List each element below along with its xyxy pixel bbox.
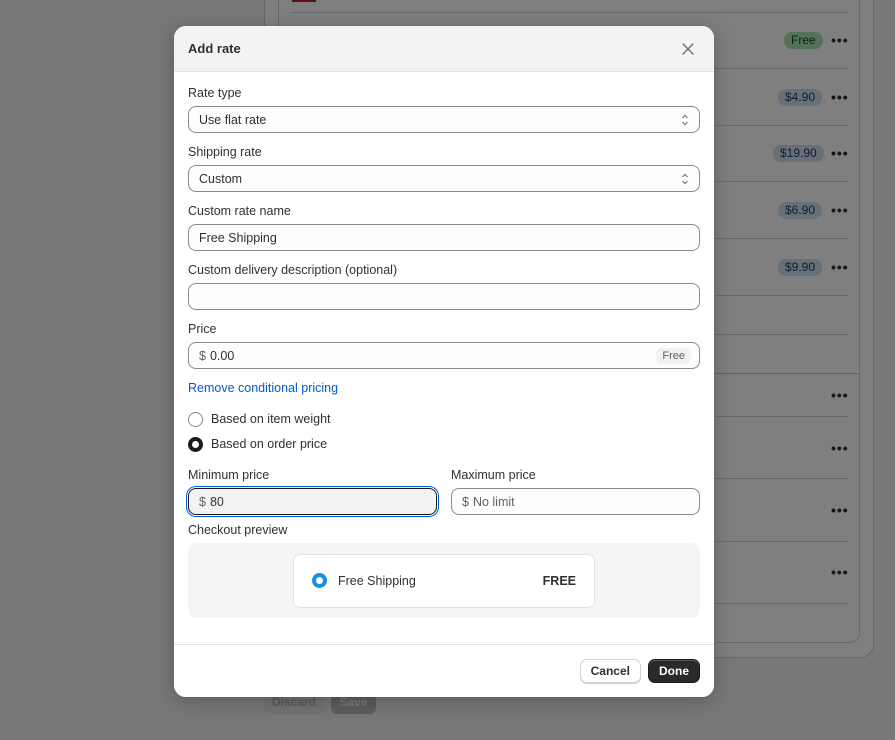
rate-type-field: Rate type Use flat rate <box>188 86 700 133</box>
maximum-price-placeholder: No limit <box>472 494 515 509</box>
preview-rate-name: Free Shipping <box>338 573 416 588</box>
close-icon <box>682 42 694 55</box>
checkout-preview: Free Shipping FREE <box>188 543 700 618</box>
preview-rate-card: Free Shipping FREE <box>293 553 595 608</box>
remove-conditional-pricing-link[interactable]: Remove conditional pricing <box>188 381 338 395</box>
delivery-description-field: Custom delivery description (optional) <box>188 263 700 310</box>
minimum-price-value: 80 <box>209 494 224 509</box>
custom-rate-name-field: Custom rate name Free Shipping <box>188 204 700 251</box>
add-rate-modal: Add rate Rate type Use flat rate Shippin… <box>174 26 714 697</box>
custom-rate-name-label: Custom rate name <box>188 204 291 218</box>
custom-rate-name-value: Free Shipping <box>199 230 277 245</box>
rate-type-label: Rate type <box>188 86 242 100</box>
checkout-preview-label: Checkout preview <box>188 523 288 537</box>
shipping-rate-select[interactable]: Custom <box>188 165 700 192</box>
radio-label: Based on order price <box>211 437 328 451</box>
shipping-rate-field: Shipping rate Custom <box>188 145 700 192</box>
price-field: Price $ 0.00 Free <box>188 322 700 369</box>
select-chevron-icon <box>682 114 688 126</box>
rate-type-select[interactable]: Use flat rate <box>188 106 700 133</box>
minimum-price-input[interactable]: $ 80 <box>188 488 437 515</box>
modal-header: Add rate <box>174 26 714 72</box>
preview-radio-selected-icon <box>312 573 327 588</box>
shipping-rate-value: Custom <box>199 171 243 186</box>
currency-prefix: $ <box>199 494 206 509</box>
radio-checked-icon[interactable] <box>188 436 203 452</box>
maximum-price-input[interactable]: $ No limit <box>451 488 700 515</box>
radio-item-weight[interactable]: Based on item weight <box>188 409 700 429</box>
condition-radio-group: Based on item weight Based on order pric… <box>188 409 700 454</box>
price-range-row: Minimum price $ 80 Maximum price $ No li… <box>188 468 700 523</box>
close-button[interactable] <box>676 37 700 61</box>
modal-body: Rate type Use flat rate Shipping rate Cu… <box>174 72 714 618</box>
minimum-price-label: Minimum price <box>188 468 270 482</box>
maximum-price-field: Maximum price $ No limit <box>451 468 700 515</box>
price-label: Price <box>188 322 217 336</box>
modal-title: Add rate <box>188 41 241 56</box>
shipping-rate-label: Shipping rate <box>188 145 262 159</box>
minimum-price-field: Minimum price $ 80 <box>188 468 437 515</box>
currency-prefix: $ <box>462 494 469 509</box>
radio-label: Based on item weight <box>211 412 331 426</box>
custom-rate-name-input[interactable]: Free Shipping <box>188 224 700 251</box>
rate-type-value: Use flat rate <box>199 112 267 127</box>
price-value: 0.00 <box>209 348 235 363</box>
maximum-price-label: Maximum price <box>451 468 536 482</box>
done-button[interactable]: Done <box>648 659 700 683</box>
radio-unchecked-icon[interactable] <box>188 411 203 427</box>
currency-prefix: $ <box>199 348 206 363</box>
delivery-description-input[interactable] <box>188 283 700 310</box>
price-input[interactable]: $ 0.00 Free <box>188 342 700 369</box>
select-chevron-icon <box>682 173 688 185</box>
radio-order-price[interactable]: Based on order price <box>188 434 700 454</box>
delivery-description-label: Custom delivery description (optional) <box>188 263 398 277</box>
preview-rate-price: FREE <box>542 573 576 588</box>
cancel-button[interactable]: Cancel <box>579 659 641 683</box>
free-badge: Free <box>656 348 691 364</box>
modal-footer: Cancel Done <box>174 644 714 697</box>
